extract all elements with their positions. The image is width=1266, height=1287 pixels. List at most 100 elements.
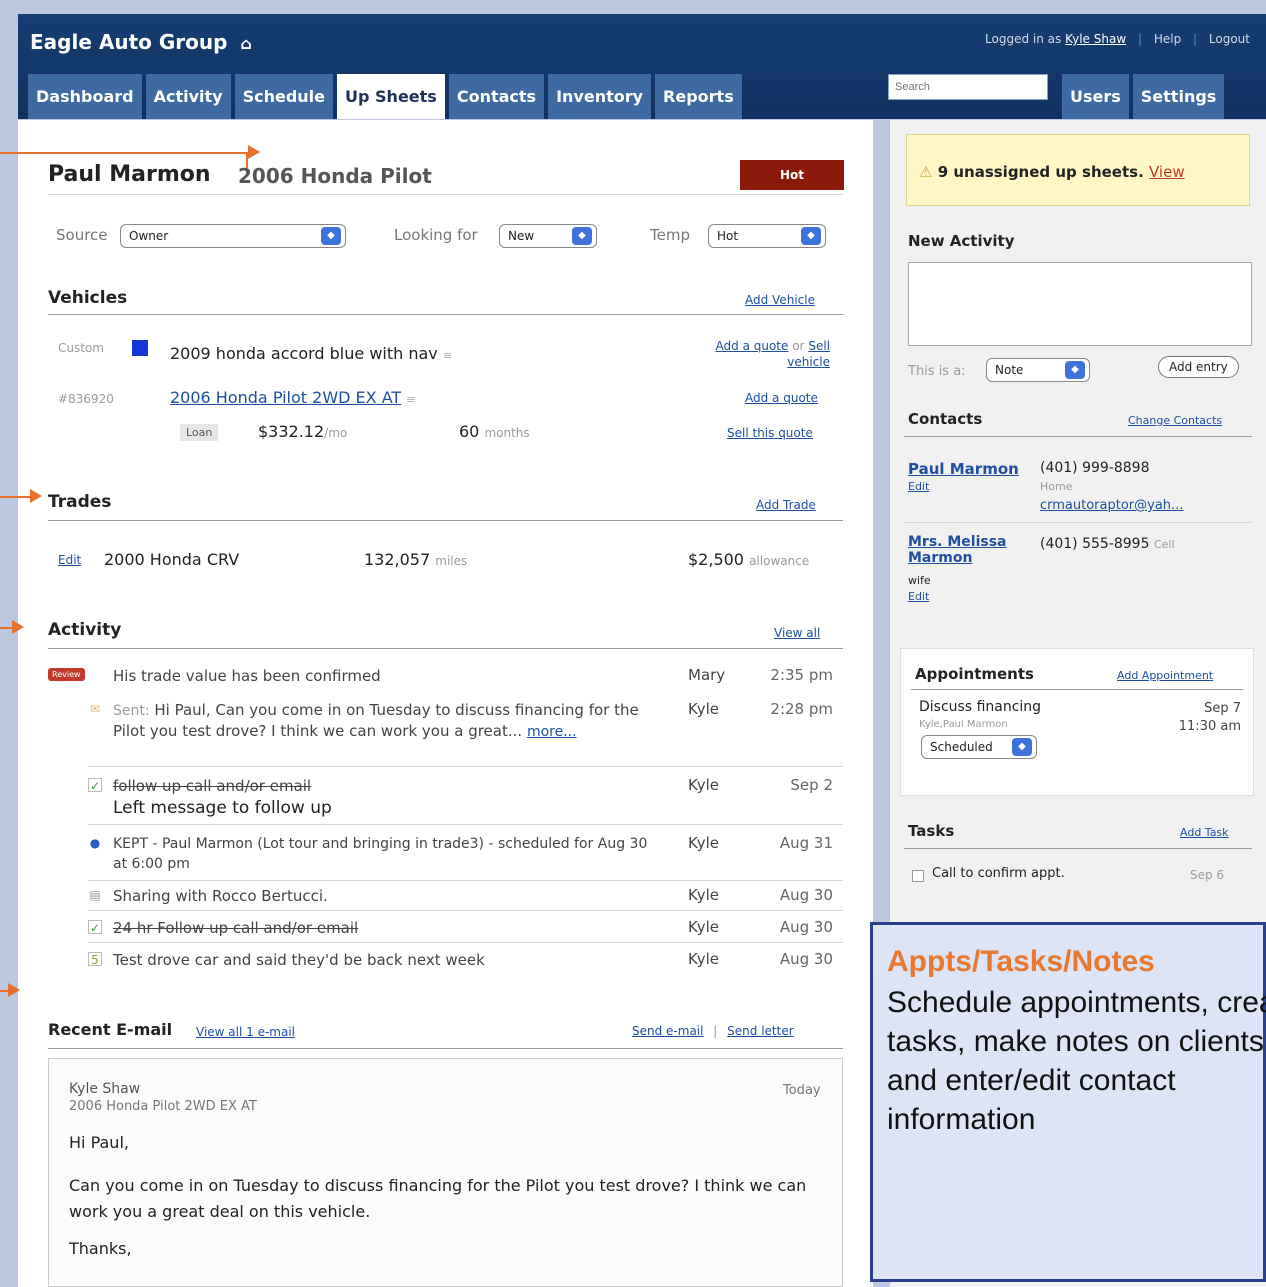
tab-up-sheets[interactable]: Up Sheets	[337, 74, 445, 119]
appointment-status-value: Scheduled	[930, 740, 993, 754]
add-task-link[interactable]: Add Task	[1180, 826, 1229, 839]
divider	[88, 910, 843, 911]
activity-time: Aug 30	[779, 886, 833, 904]
contact-phone-type: Home	[1040, 480, 1073, 493]
test-drive-icon: 5	[88, 952, 102, 967]
logout-link[interactable]: Logout	[1209, 32, 1250, 46]
activity-user: Kyle	[688, 950, 720, 968]
contact-email-link[interactable]: crmautoraptor@yah...	[1040, 498, 1183, 513]
task-checkbox[interactable]	[912, 870, 924, 882]
activity-text-block: Sent: Hi Paul, Can you come in on Tuesda…	[113, 700, 653, 742]
temp-select[interactable]: Hot	[708, 224, 826, 248]
loan-badge: Loan	[180, 424, 219, 441]
arrowhead	[12, 620, 24, 634]
tab-inventory[interactable]: Inventory	[548, 74, 652, 119]
contact-name-link[interactable]: Mrs. Melissa Marmon	[908, 534, 1028, 566]
entry-type-select[interactable]: Note	[986, 358, 1090, 382]
looking-for-label: Looking for	[394, 226, 478, 244]
tab-contacts[interactable]: Contacts	[448, 74, 545, 119]
activity-time: Aug 31	[779, 834, 833, 852]
email-from: Kyle Shaw	[69, 1081, 141, 1097]
email-date: Today	[783, 1083, 821, 1098]
activity-user: Mary	[688, 666, 726, 684]
activity-user: Kyle	[688, 700, 720, 718]
contact-phone-number: (401) 555-8995	[1040, 536, 1150, 552]
vehicle-title: 2006 Honda Pilot	[238, 164, 432, 188]
stock-vehicle-link[interactable]: 2006 Honda Pilot 2WD EX AT	[170, 388, 401, 407]
contact-relation: wife	[908, 574, 931, 587]
help-link[interactable]: Help	[1154, 32, 1181, 46]
appointment-date: Sep 7	[1204, 701, 1241, 716]
review-badge: Review	[48, 668, 85, 681]
add-entry-button[interactable]: Add entry	[1158, 356, 1239, 378]
activity-user: Kyle	[688, 834, 720, 852]
payment-amount: $332.12	[258, 422, 325, 441]
tab-dashboard[interactable]: Dashboard	[28, 74, 142, 119]
envelope-icon: ✉	[89, 702, 101, 716]
more-link[interactable]: more...	[527, 724, 577, 740]
temp-label: Temp	[650, 226, 690, 244]
custom-vehicle-text: 2009 honda accord blue with nav	[170, 344, 438, 363]
edit-trade-link[interactable]: Edit	[58, 553, 81, 567]
send-letter-link[interactable]: Send letter	[727, 1024, 793, 1038]
tab-schedule[interactable]: Schedule	[234, 74, 334, 119]
appointment-title[interactable]: Discuss financing	[919, 699, 1041, 715]
activity-row[interactable]: ✓ follow up call and/or email Left messa…	[48, 776, 833, 822]
activity-text: Test drove car and said they'd be back n…	[113, 951, 485, 969]
tab-reports[interactable]: Reports	[655, 74, 742, 119]
edit-contact-link[interactable]: Edit	[908, 590, 929, 603]
view-all-activity-link[interactable]: View all	[774, 626, 820, 640]
new-activity-heading: New Activity	[908, 232, 1015, 250]
annotation-arrow	[0, 496, 32, 498]
activity-text: His trade value has been confirmed	[113, 667, 381, 685]
add-vehicle-link[interactable]: Add Vehicle	[745, 293, 815, 307]
divider	[48, 194, 843, 195]
activity-subtext: Left message to follow up	[113, 798, 332, 818]
search-input[interactable]	[888, 74, 1048, 100]
tab-users[interactable]: Users	[1062, 74, 1129, 119]
brand[interactable]: Eagle Auto Group ⌂	[30, 30, 252, 54]
appointment-status-select[interactable]: Scheduled	[921, 735, 1037, 759]
add-appointment-link[interactable]: Add Appointment	[1117, 669, 1213, 682]
view-all-email-link[interactable]: View all 1 e-mail	[196, 1025, 295, 1039]
contact-name-link[interactable]: Paul Marmon	[908, 460, 1019, 478]
notice-view-link[interactable]: View	[1149, 163, 1185, 181]
activity-time: 2:28 pm	[770, 700, 833, 718]
add-trade-link[interactable]: Add Trade	[756, 498, 816, 512]
email-preview[interactable]: Kyle Shaw 2006 Honda Pilot 2WD EX AT Tod…	[48, 1058, 843, 1287]
activity-time: Aug 30	[779, 950, 833, 968]
trades-heading: Trades	[48, 492, 112, 512]
activity-text: Sharing with Rocco Bertucci.	[113, 887, 328, 905]
sent-prefix: Sent:	[113, 703, 150, 719]
divider	[904, 436, 1252, 437]
new-activity-input[interactable]	[908, 262, 1252, 346]
send-email-link[interactable]: Send e-mail	[632, 1024, 703, 1038]
change-contacts-link[interactable]: Change Contacts	[1128, 414, 1222, 427]
activity-heading: Activity	[48, 620, 122, 640]
divider	[88, 824, 843, 825]
trade-vehicle: 2000 Honda CRV	[104, 550, 240, 569]
edit-contact-link[interactable]: Edit	[908, 480, 929, 493]
email-vehicle: 2006 Honda Pilot 2WD EX AT	[69, 1099, 257, 1114]
loan-payment: $332.12/mo	[258, 422, 347, 441]
divider	[48, 648, 843, 649]
vehicles-heading: Vehicles	[48, 288, 128, 308]
source-select[interactable]: Owner	[120, 224, 346, 248]
custom-label: Custom	[58, 341, 104, 355]
activity-row[interactable]: ✉ Sent: Hi Paul, Can you come in on Tues…	[48, 700, 833, 764]
color-swatch	[132, 340, 148, 356]
activity-row[interactable]: ● KEPT - Paul Marmon (Lot tour and bring…	[48, 834, 833, 878]
user-link[interactable]: Kyle Shaw	[1065, 32, 1126, 46]
stock-number: #836920	[58, 392, 114, 406]
hot-button[interactable]: Hot	[740, 160, 844, 190]
tab-settings[interactable]: Settings	[1132, 74, 1225, 119]
looking-for-select[interactable]: New	[499, 224, 597, 248]
tab-activity[interactable]: Activity	[145, 74, 231, 119]
divider	[48, 314, 843, 315]
add-quote-link[interactable]: Add a quote	[716, 339, 789, 353]
task-date: Sep 6	[1190, 868, 1225, 882]
temp-value: Hot	[717, 229, 739, 243]
callout-title: Appts/Tasks/Notes	[887, 945, 1155, 978]
add-quote-link-2[interactable]: Add a quote	[745, 391, 818, 405]
sell-quote-link[interactable]: Sell this quote	[727, 426, 813, 440]
